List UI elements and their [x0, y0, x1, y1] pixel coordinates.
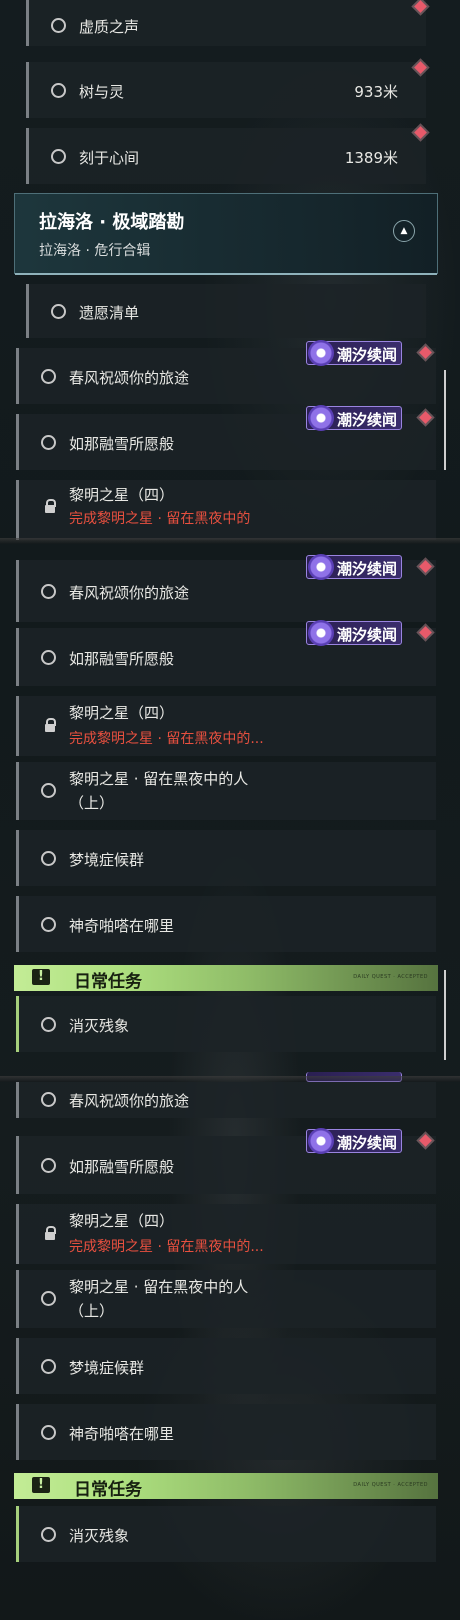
quest-title: 神奇啪嗒在哪里 — [69, 917, 175, 935]
quest-title: 梦境症候群 — [69, 1359, 145, 1377]
quest-status-icon — [51, 83, 66, 98]
tide-spiral-icon — [308, 1128, 334, 1154]
quest-status-icon — [51, 304, 66, 319]
daily-quests-header[interactable]: ! 日常任务 DAILY QUEST · ACCEPTED — [14, 1473, 438, 1500]
quest-title: 如那融雪所愿般 — [69, 435, 175, 453]
tide-tag-label: 潮汐续闻 — [337, 1134, 398, 1152]
quest-item[interactable]: 树与灵 933米 — [26, 62, 426, 118]
quest-item[interactable]: 消灭残象 — [16, 1506, 436, 1562]
region-subtitle: 拉海洛 · 危行合辑 — [39, 243, 151, 259]
quest-title: 春风祝颂你的旅途 — [69, 369, 190, 387]
quest-title: 如那融雪所愿般 — [69, 650, 175, 668]
quest-title: 虚质之声 — [79, 18, 140, 36]
tide-tag: 潮汐续闻 — [306, 1128, 402, 1154]
quest-title: 黎明之星（四） — [69, 486, 175, 504]
daily-quests-caption: DAILY QUEST · ACCEPTED — [353, 1482, 428, 1488]
quest-status-icon — [41, 435, 56, 450]
quest-item[interactable]: 梦境症候群 — [16, 830, 436, 886]
daily-quests-header[interactable]: ! 日常任务 DAILY QUEST · ACCEPTED — [14, 965, 438, 992]
quest-status-icon — [41, 1359, 56, 1374]
quest-title-continued: （上） — [69, 1302, 115, 1320]
quest-status-icon — [41, 1291, 56, 1306]
quest-requirement: 完成黎明之星 · 留在黑夜中的... — [69, 731, 264, 747]
quest-status-icon — [41, 1425, 56, 1440]
daily-quests-title: 日常任务 — [74, 1480, 142, 1500]
scrollbar-thumb[interactable] — [444, 370, 446, 470]
lock-icon — [45, 718, 56, 732]
tide-spiral-icon — [308, 340, 334, 366]
quest-item-locked[interactable]: 黎明之星（四） 完成黎明之星 · 留在黑夜中的 — [16, 480, 436, 540]
quest-item-locked[interactable]: 黎明之星（四） 完成黎明之星 · 留在黑夜中的... — [16, 696, 436, 756]
quest-title: 树与灵 — [79, 83, 125, 101]
quest-status-icon — [41, 369, 56, 384]
quest-title: 消灭残象 — [69, 1017, 130, 1035]
quest-status-icon — [41, 1527, 56, 1542]
exclamation-icon: ! — [32, 969, 50, 985]
quest-title: 黎明之星（四） — [69, 1212, 175, 1230]
tide-spiral-icon — [308, 554, 334, 580]
quest-title: 梦境症候群 — [69, 851, 145, 869]
quest-item[interactable]: 梦境症候群 — [16, 1338, 436, 1394]
daily-quests-title: 日常任务 — [74, 972, 142, 992]
quest-status-icon — [41, 1092, 56, 1107]
quest-item[interactable]: 黎明之星 · 留在黑夜中的人 （上） — [16, 1270, 436, 1328]
header-underline — [15, 273, 437, 275]
quest-title: 春风祝颂你的旅途 — [69, 584, 190, 602]
region-title: 拉海洛 · 极域踏勘 — [39, 212, 185, 233]
tide-tag: 潮汐续闻 — [306, 340, 402, 366]
quest-distance: 1389米 — [344, 149, 398, 167]
exclamation-icon: ! — [32, 1477, 50, 1493]
quest-item[interactable]: 虚质之声 — [26, 0, 426, 46]
lock-icon — [45, 1226, 56, 1240]
quest-title: 遗愿清单 — [79, 304, 140, 322]
quest-title: 春风祝颂你的旅途 — [69, 1092, 190, 1110]
quest-title: 黎明之星 · 留在黑夜中的人 — [69, 770, 249, 788]
tide-tag: 潮汐续闻 — [306, 620, 402, 646]
tide-tag: 潮汐续闻 — [306, 554, 402, 580]
screenshot-seam — [0, 538, 460, 544]
quest-item[interactable]: 神奇啪嗒在哪里 — [16, 1404, 436, 1460]
quest-title: 如那融雪所愿般 — [69, 1158, 175, 1176]
quest-item-locked[interactable]: 黎明之星（四） 完成黎明之星 · 留在黑夜中的... — [16, 1204, 436, 1264]
tide-tag-label: 潮汐续闻 — [337, 411, 398, 429]
quest-status-icon — [41, 851, 56, 866]
tide-spiral-icon — [308, 620, 334, 646]
tide-tag-label: 潮汐续闻 — [337, 346, 398, 364]
quest-item[interactable]: 神奇啪嗒在哪里 — [16, 896, 436, 952]
quest-item[interactable]: 春风祝颂你的旅途 — [16, 1082, 436, 1118]
quest-status-icon — [41, 1158, 56, 1173]
tide-spiral-icon — [308, 405, 334, 431]
quest-title: 黎明之星（四） — [69, 704, 175, 722]
quest-title-continued: （上） — [69, 794, 115, 812]
tide-tag-label: 潮汐续闻 — [337, 560, 398, 578]
tide-tag: 潮汐续闻 — [306, 405, 402, 431]
quest-status-icon — [41, 650, 56, 665]
quest-status-icon — [41, 1017, 56, 1032]
daily-quests-caption: DAILY QUEST · ACCEPTED — [353, 974, 428, 980]
quest-title: 消灭残象 — [69, 1527, 130, 1545]
quest-title: 黎明之星 · 留在黑夜中的人 — [69, 1278, 249, 1296]
scrollbar-thumb[interactable] — [444, 970, 446, 1060]
chevron-up-icon[interactable]: ▲ — [393, 220, 415, 242]
quest-distance: 933米 — [354, 83, 398, 101]
quest-title: 神奇啪嗒在哪里 — [69, 1425, 175, 1443]
quest-status-icon — [41, 917, 56, 932]
quest-item[interactable]: 刻于心间 1389米 — [26, 128, 426, 184]
quest-item[interactable]: 消灭残象 — [16, 996, 436, 1052]
screenshot-seam — [0, 1076, 460, 1082]
lock-icon — [45, 499, 56, 513]
quest-title: 刻于心间 — [79, 149, 140, 167]
quest-requirement: 完成黎明之星 · 留在黑夜中的 — [69, 511, 251, 527]
quest-status-icon — [51, 18, 66, 33]
quest-item[interactable]: 黎明之星 · 留在黑夜中的人 （上） — [16, 762, 436, 820]
quest-status-icon — [41, 783, 56, 798]
region-header[interactable]: 拉海洛 · 极域踏勘 拉海洛 · 危行合辑 ▲ — [14, 193, 438, 275]
quest-status-icon — [41, 584, 56, 599]
tide-tag-label: 潮汐续闻 — [337, 626, 398, 644]
quest-status-icon — [51, 149, 66, 164]
quest-requirement: 完成黎明之星 · 留在黑夜中的... — [69, 1239, 264, 1255]
quest-item[interactable]: 遗愿清单 — [26, 284, 426, 338]
